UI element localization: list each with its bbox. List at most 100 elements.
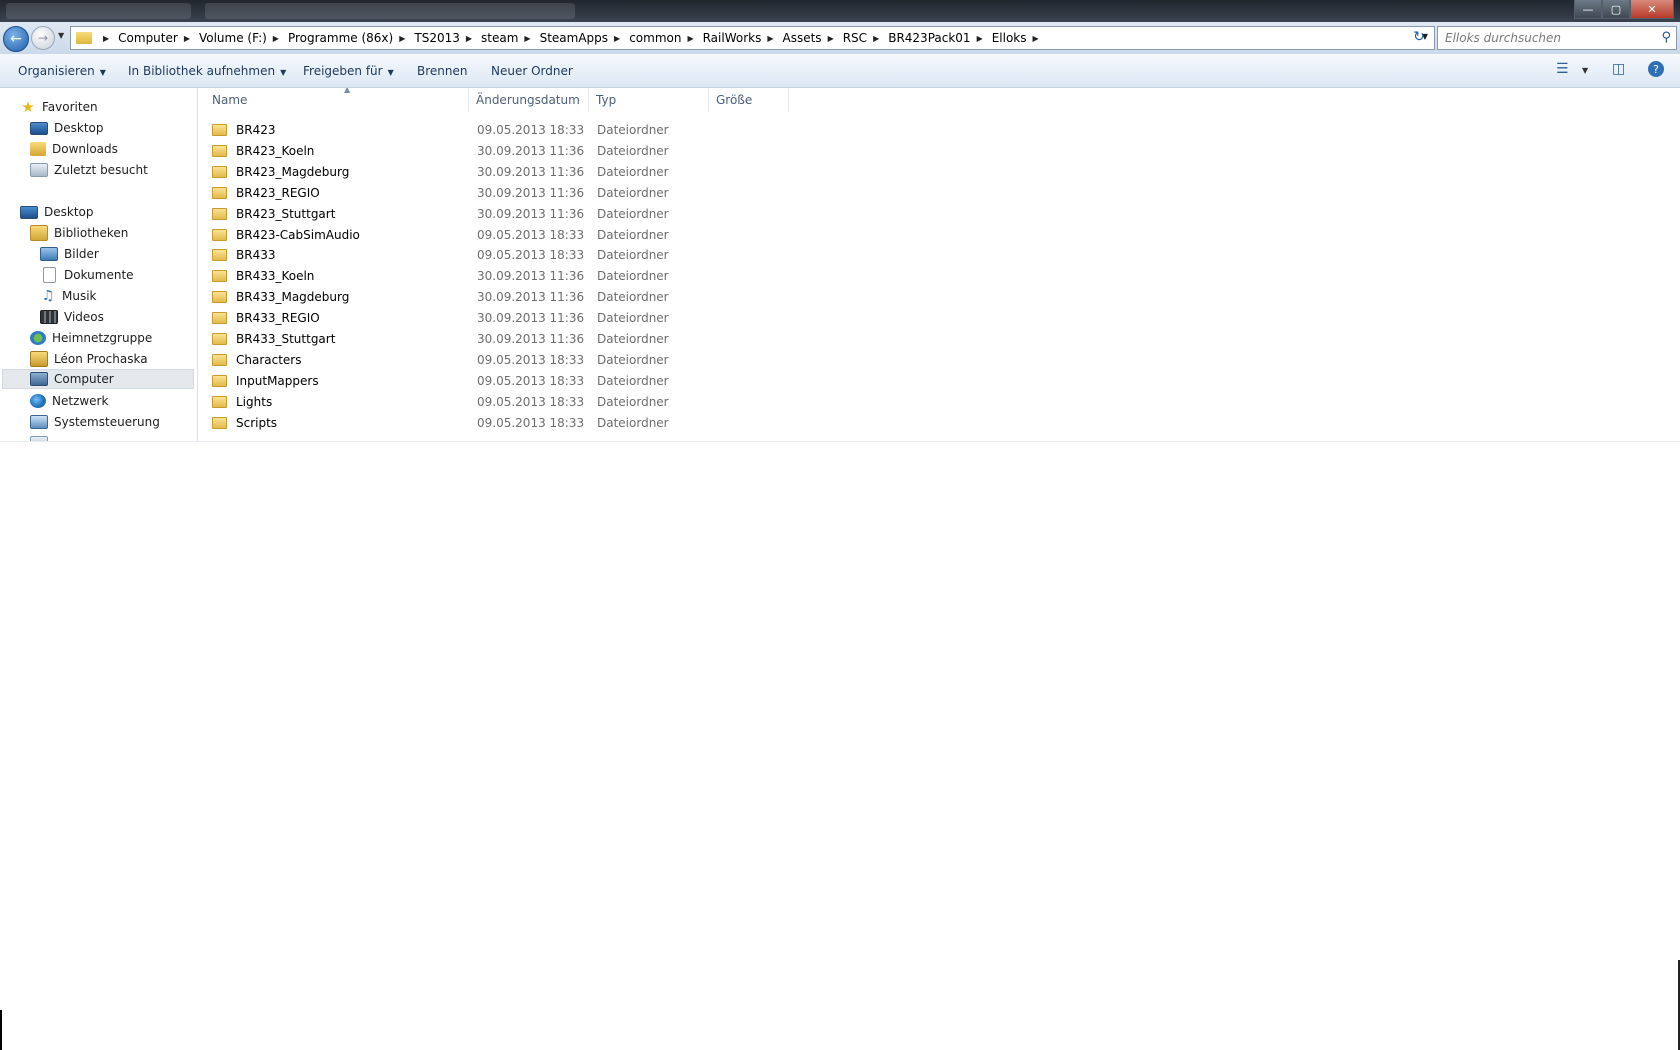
file-type: Dateiordner	[597, 206, 669, 221]
search-icon[interactable]: ⚲	[1661, 30, 1671, 45]
view-dropdown-icon[interactable]: ▼	[1582, 66, 1588, 75]
preview-pane-icon[interactable]: ◫	[1612, 61, 1625, 77]
breadcrumb-arrow-icon[interactable]: ▶	[466, 34, 472, 43]
breadcrumb-arrow-icon[interactable]: ▶	[873, 34, 879, 43]
minimize-button[interactable]: —	[1574, 0, 1602, 19]
file-row[interactable]: BR423 09.05.2013 18:33 Dateiordner	[212, 120, 732, 140]
breadcrumb-arrow-icon[interactable]: ▶	[399, 34, 405, 43]
breadcrumb-item[interactable]: RSC ▶	[843, 31, 889, 45]
breadcrumb-item[interactable]: steam ▶	[481, 31, 540, 45]
file-row[interactable]: BR433 09.05.2013 18:33 Dateiordner	[212, 245, 732, 265]
nav-label: Videos	[64, 310, 104, 324]
column-header-size[interactable]: Größe	[709, 88, 789, 112]
breadcrumb-item[interactable]: Volume (F:) ▶	[199, 31, 288, 45]
search-input[interactable]: Elloks durchsuchen	[1445, 31, 1561, 45]
command-bar: Organisieren ▼ In Bibliothek aufnehmen ▼ F…	[0, 54, 1680, 88]
nav-favorites[interactable]: ★ Favoriten	[20, 97, 97, 117]
recent-pages-dropdown[interactable]: ▼	[58, 31, 64, 40]
sort-up-icon: ▲	[344, 88, 351, 94]
file-row[interactable]: BR433_REGIO 30.09.2013 11:36 Dateiordner	[212, 308, 732, 328]
chevron-down-icon: ▼	[280, 68, 287, 77]
nav-pictures[interactable]: Bilder	[40, 244, 99, 264]
nav-videos[interactable]: Videos	[40, 307, 104, 327]
file-row[interactable]: BR433_Koeln 30.09.2013 11:36 Dateiordner	[212, 266, 732, 286]
breadcrumb-arrow-icon[interactable]: ▶	[273, 34, 279, 43]
file-row[interactable]: BR423_Magdeburg 30.09.2013 11:36 Dateiordn…	[212, 162, 732, 182]
breadcrumb-item[interactable]: SteamApps ▶	[540, 31, 630, 45]
breadcrumb-arrow-icon[interactable]: ▶	[1033, 34, 1039, 43]
breadcrumb-item[interactable]: common ▶	[629, 31, 702, 45]
burn-button[interactable]: Brennen	[417, 64, 467, 78]
library-menu[interactable]: In Bibliothek aufnehmen ▼	[128, 64, 286, 78]
screen-edge	[0, 1010, 2, 1050]
file-row[interactable]: Scripts 09.05.2013 18:33 Dateiordner	[212, 413, 732, 433]
file-row[interactable]: BR433_Magdeburg 30.09.2013 11:36 Dateiordn…	[212, 287, 732, 307]
file-row[interactable]: BR433_Stuttgart 30.09.2013 11:36 Dateiordn…	[212, 329, 732, 349]
nav-label: Heimnetzgruppe	[52, 331, 153, 345]
breadcrumb-arrow-icon[interactable]: ▶	[687, 34, 693, 43]
address-bar[interactable]: ▶ Computer ▶ Volume (F:) ▶ Programme (86x) ▶ T…	[70, 26, 1435, 50]
breadcrumb-label: Computer	[118, 31, 178, 45]
search-box[interactable]: Elloks durchsuchen ⚲	[1437, 26, 1677, 50]
breadcrumb-arrow-icon[interactable]: ▶	[614, 34, 620, 43]
nav-homegroup[interactable]: Heimnetzgruppe	[30, 328, 152, 348]
nav-user[interactable]: Léon Prochaska	[30, 349, 148, 369]
breadcrumb-arrow-icon[interactable]: ▶	[767, 34, 773, 43]
breadcrumb-item[interactable]: Assets ▶	[783, 31, 843, 45]
column-header-date[interactable]: Änderungsdatum	[469, 88, 589, 112]
file-type: Dateiordner	[597, 248, 669, 263]
nav-desktop-favorite[interactable]: Desktop	[30, 118, 104, 138]
breadcrumb-label: RailWorks	[702, 31, 762, 45]
new-folder-button[interactable]: Neuer Ordner	[491, 64, 573, 78]
nav-recent[interactable]: Zuletzt besucht	[30, 160, 148, 180]
file-row[interactable]: BR423-CabSimAudio 09.05.2013 18:33 Dateior…	[212, 225, 732, 245]
file-type: Dateiordner	[597, 143, 669, 158]
nav-label: Dokumente	[64, 268, 134, 282]
window-buttons: — ▢ ✕	[1574, 0, 1674, 19]
refresh-button[interactable]: ↻	[1407, 26, 1431, 48]
close-button[interactable]: ✕	[1630, 0, 1674, 19]
column-header-name[interactable]: Name ▲	[205, 88, 469, 112]
file-row[interactable]: BR423_REGIO 30.09.2013 11:36 Dateiordner	[212, 183, 732, 203]
file-row[interactable]: BR423_Koeln 30.09.2013 11:36 Dateiordner	[212, 141, 732, 161]
nav-desktop[interactable]: Desktop	[20, 202, 94, 222]
breadcrumb-item[interactable]: RailWorks ▶	[703, 31, 783, 45]
nav-computer[interactable]: Computer	[2, 369, 194, 389]
breadcrumb-item[interactable]: BR423Pack01 ▶	[888, 31, 992, 45]
homegroup-icon	[30, 331, 46, 345]
back-button[interactable]: ←	[3, 26, 29, 52]
nav-truncated-item[interactable]	[30, 433, 54, 441]
folder-icon	[212, 186, 227, 199]
breadcrumb-item[interactable]: Elloks ▶	[992, 31, 1048, 45]
folder-icon	[212, 353, 227, 366]
folder-icon	[76, 32, 92, 44]
nav-music[interactable]: ♫ Musik	[40, 286, 97, 306]
navigation-pane: ★ Favoriten Desktop Downloads Zuletzt bes…	[0, 88, 198, 441]
breadcrumb-item[interactable]: TS2013 ▶	[414, 31, 481, 45]
breadcrumb-root-arrow[interactable]: ▶	[97, 34, 118, 43]
nav-network[interactable]: Netzwerk	[30, 391, 108, 411]
file-row[interactable]: Characters 09.05.2013 18:33 Dateiordner	[212, 350, 732, 370]
file-row[interactable]: BR423_Stuttgart 30.09.2013 11:36 Dateiordn…	[212, 204, 732, 224]
breadcrumb-item[interactable]: Programme (86x) ▶	[288, 31, 414, 45]
nav-downloads[interactable]: Downloads	[30, 139, 118, 159]
user-folder-icon	[30, 351, 48, 367]
breadcrumb-arrow-icon[interactable]: ▶	[184, 34, 190, 43]
refresh-icon: ↻	[1413, 29, 1425, 45]
help-icon[interactable]: ?	[1648, 61, 1664, 77]
maximize-button[interactable]: ▢	[1602, 0, 1630, 19]
share-menu[interactable]: Freigeben für ▼	[303, 64, 394, 78]
view-options-icon[interactable]: ☰	[1556, 61, 1569, 77]
nav-control-panel[interactable]: Systemsteuerung	[30, 412, 160, 432]
breadcrumb-item[interactable]: Computer ▶	[118, 31, 199, 45]
nav-libraries[interactable]: Bibliotheken	[30, 223, 128, 243]
column-header-type[interactable]: Typ	[589, 88, 709, 112]
file-row[interactable]: InputMappers 09.05.2013 18:33 Dateiordner	[212, 371, 732, 391]
breadcrumb-arrow-icon[interactable]: ▶	[977, 34, 983, 43]
forward-button[interactable]: →	[31, 26, 55, 50]
breadcrumb-arrow-icon[interactable]: ▶	[828, 34, 834, 43]
breadcrumb-arrow-icon[interactable]: ▶	[524, 34, 530, 43]
nav-documents[interactable]: Dokumente	[40, 265, 134, 285]
file-row[interactable]: Lights 09.05.2013 18:33 Dateiordner	[212, 392, 732, 412]
organize-menu[interactable]: Organisieren ▼	[18, 64, 106, 78]
